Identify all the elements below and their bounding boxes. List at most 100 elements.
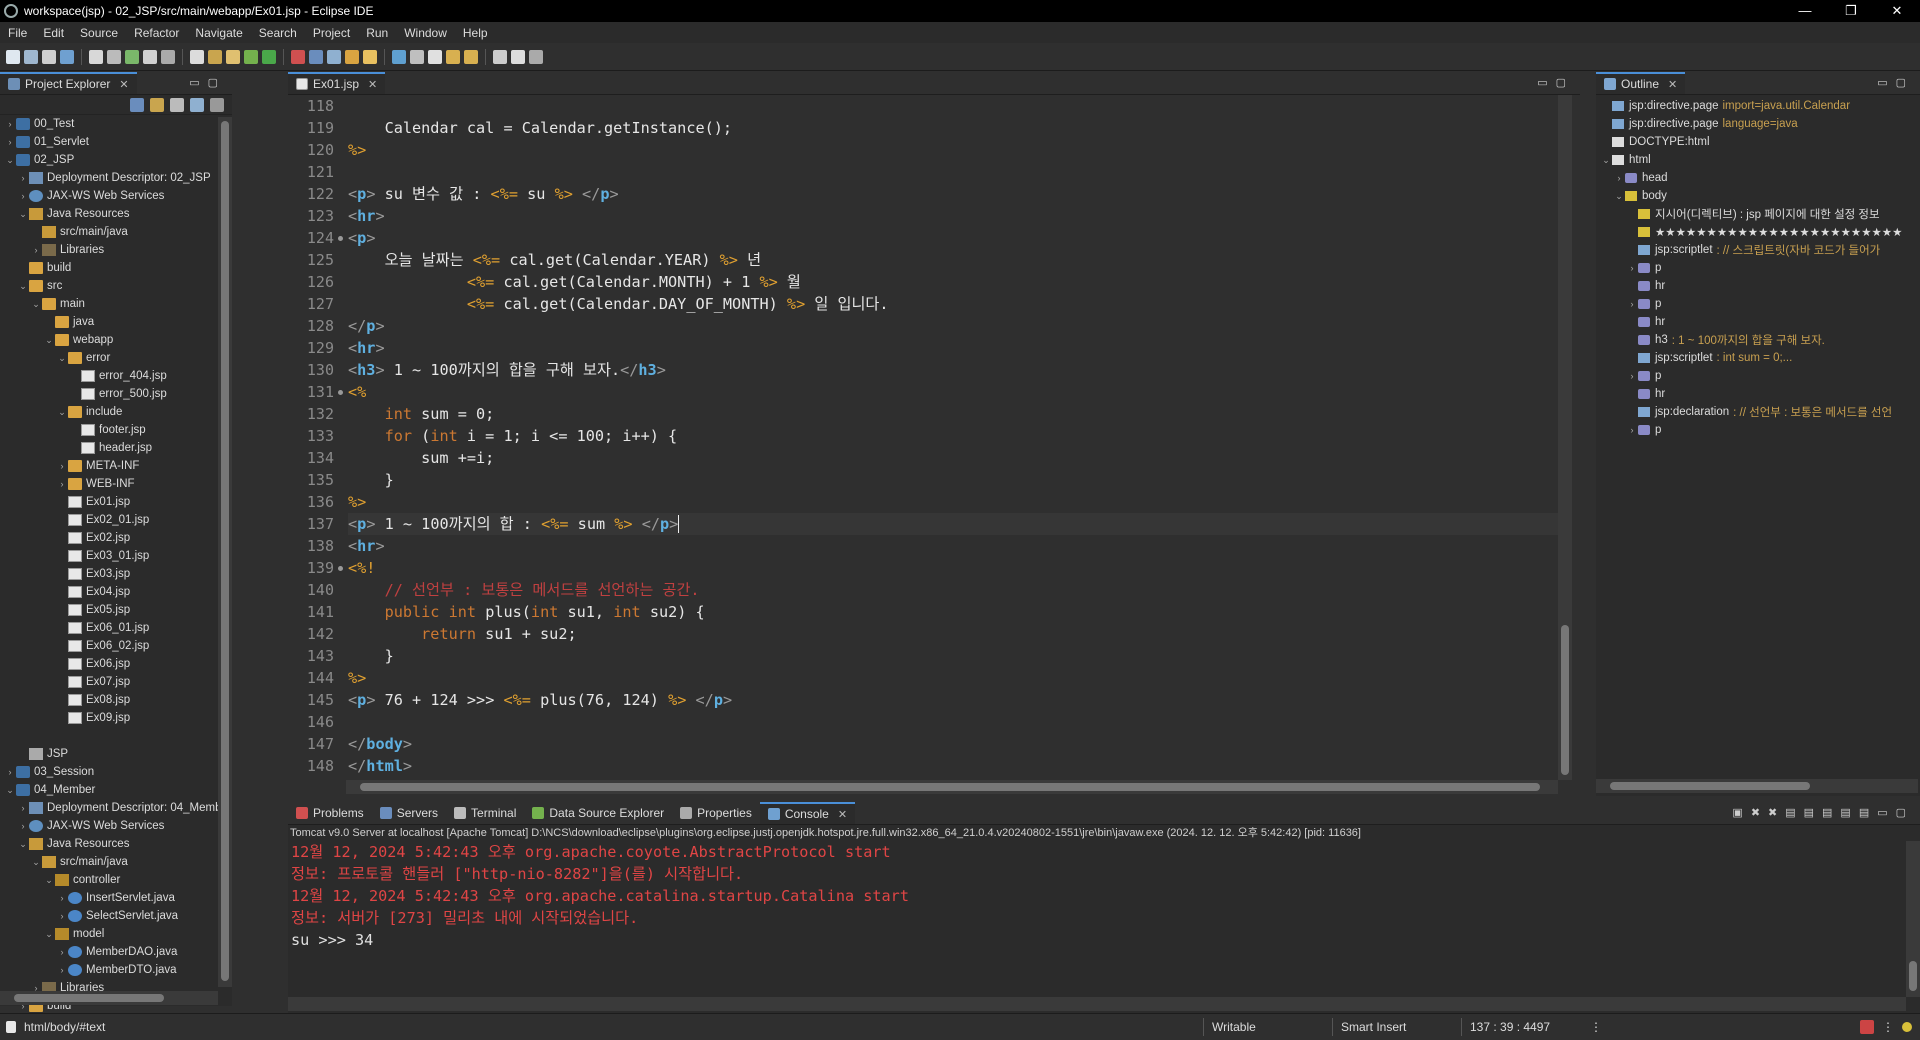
toolbar-icon[interactable] [42, 49, 56, 64]
outline-hscrollbar[interactable] [1596, 779, 1918, 793]
code-line[interactable]: <h3> 1 ~ 100까지의 합을 구해 보자.</h3> [348, 359, 1558, 381]
tree-item[interactable]: › JAX-WS Web Services [0, 817, 232, 835]
code-line[interactable]: <% [348, 381, 1558, 403]
collapse-all-icon[interactable] [130, 97, 144, 112]
toolbar-icon[interactable] [125, 49, 139, 64]
toolbar-icon[interactable] [410, 49, 424, 64]
console-toolbar-controls[interactable]: ▣✖✖▤▤▤▤▤▭▢ [1732, 806, 1914, 819]
close-icon[interactable]: ✕ [119, 78, 128, 91]
tree-item[interactable]: error_500.jsp [0, 385, 232, 403]
expand-arrow-icon[interactable]: ⌄ [30, 299, 42, 310]
view-minmax-controls[interactable]: ▭▢ [189, 76, 226, 89]
expand-arrow-icon[interactable]: ⌄ [56, 407, 68, 418]
tree-item[interactable]: ⌄ src [0, 277, 232, 295]
scrollbar-thumb[interactable] [221, 121, 229, 981]
outline-item[interactable]: ★★★★★★★★★★★★★★★★★★★★★★★★ [1596, 223, 1920, 241]
expand-arrow-icon[interactable]: ⌄ [17, 209, 29, 220]
close-icon[interactable]: ✕ [838, 808, 847, 821]
tab-data-source-explorer[interactable]: Data Source Explorer [524, 802, 672, 824]
filter-icon[interactable] [170, 97, 184, 112]
code-line[interactable]: return su1 + su2; [348, 623, 1558, 645]
toolbar-icon[interactable] [428, 49, 442, 64]
code-line[interactable]: <p> 1 ~ 100까지의 합 : <%= sum %> </p> [348, 513, 1558, 535]
menu-window[interactable]: Window [396, 26, 455, 40]
tab-ex01-jsp[interactable]: Ex01.jsp ✕ [288, 72, 386, 94]
tip-icon[interactable] [1902, 1022, 1912, 1032]
toolbar-icon[interactable] [89, 49, 103, 64]
toolbar-icon[interactable] [208, 49, 222, 64]
code-line[interactable]: <p> su 변수 값 : <%= su %> </p> [348, 183, 1558, 205]
expand-arrow-icon[interactable]: › [56, 911, 68, 921]
outline-item[interactable]: 지시어(디렉티브) : jsp 페이지에 대한 설정 정보 [1596, 205, 1920, 223]
tree-item[interactable]: build [0, 259, 232, 277]
tree-item[interactable]: ⌄ main [0, 295, 232, 313]
expand-arrow-icon[interactable]: › [4, 119, 16, 129]
tab-problems[interactable]: Problems [288, 802, 372, 824]
toolbar-icon[interactable] [6, 49, 20, 64]
code-line[interactable]: <hr> [348, 535, 1558, 557]
tree-item[interactable]: Ex04.jsp [0, 583, 232, 601]
toolbar-icon[interactable] [493, 49, 507, 64]
outline-item[interactable]: jsp:scriptlet: // 스크립트릿(자바 코드가 들어가 [1596, 241, 1920, 259]
tree-item[interactable]: › InsertServlet.java [0, 889, 232, 907]
tree-item[interactable]: › 01_Servlet [0, 133, 232, 151]
outline-item[interactable]: DOCTYPE:html [1596, 133, 1920, 151]
menu-navigate[interactable]: Navigate [187, 26, 250, 40]
menu-source[interactable]: Source [72, 26, 126, 40]
tree-item[interactable]: Ex06_01.jsp [0, 619, 232, 637]
tree-item[interactable]: error_404.jsp [0, 367, 232, 385]
toolbar-icon[interactable] [60, 49, 74, 64]
code-line[interactable]: <hr> [348, 205, 1558, 227]
code-line[interactable] [348, 161, 1558, 183]
code-line[interactable]: for (int i = 1; i <= 100; i++) { [348, 425, 1558, 447]
code-line[interactable]: int sum = 0; [348, 403, 1558, 425]
tree-item[interactable]: footer.jsp [0, 421, 232, 439]
close-icon[interactable]: ✕ [368, 78, 377, 91]
expand-arrow-icon[interactable]: › [56, 461, 68, 471]
tree-item[interactable]: Ex06.jsp [0, 655, 232, 673]
close-icon[interactable]: ✕ [1668, 78, 1677, 91]
tree-item[interactable]: ⌄ Java Resources [0, 205, 232, 223]
outline-item[interactable]: ⌄ html [1596, 151, 1920, 169]
expand-arrow-icon[interactable]: ⌄ [17, 839, 29, 850]
scrollbar-thumb[interactable] [1909, 961, 1917, 991]
tree-item[interactable]: ⌄ 02_JSP [0, 151, 232, 169]
menu-edit[interactable]: Edit [35, 26, 72, 40]
toolbar-icon[interactable] [226, 49, 240, 64]
tree-item[interactable]: Ex06_02.jsp [0, 637, 232, 655]
scrollbar-thumb[interactable] [1561, 625, 1569, 775]
code-line[interactable]: public int plus(int su1, int su2) { [348, 601, 1558, 623]
outline-item[interactable]: › p [1596, 421, 1920, 439]
expand-arrow-icon[interactable]: ⌄ [1600, 155, 1612, 166]
toolbar-icon[interactable] [24, 49, 38, 64]
outline-item[interactable]: jsp:scriptlet: int sum = 0;... [1596, 349, 1920, 367]
tree-item[interactable]: › Deployment Descriptor: 02_JSP [0, 169, 232, 187]
toolbar-icon[interactable] [327, 49, 341, 64]
tree-item[interactable]: JSP [0, 745, 232, 763]
minimize-button[interactable]: — [1782, 3, 1828, 19]
tab-terminal[interactable]: Terminal [446, 802, 524, 824]
expand-arrow-icon[interactable]: › [17, 803, 29, 813]
code-line[interactable]: </html> [348, 755, 1558, 777]
menu-file[interactable]: File [0, 26, 35, 40]
code-line[interactable]: %> [348, 491, 1558, 513]
code-line[interactable]: %> [348, 667, 1558, 689]
menu-project[interactable]: Project [305, 26, 358, 40]
expand-arrow-icon[interactable]: › [17, 821, 29, 831]
toolbar-icon[interactable] [345, 49, 359, 64]
expand-arrow-icon[interactable]: ⌄ [43, 335, 55, 346]
tree-item[interactable]: › 03_Session [0, 763, 232, 781]
tree-item[interactable]: ⌄ error [0, 349, 232, 367]
expand-arrow-icon[interactable]: ⌄ [43, 875, 55, 886]
tree-item[interactable]: ⌄ include [0, 403, 232, 421]
status-menu-icon[interactable]: ⋮ [1582, 1018, 1610, 1036]
menu-run[interactable]: Run [358, 26, 396, 40]
code-line[interactable]: } [348, 645, 1558, 667]
tree-item[interactable]: java [0, 313, 232, 331]
tree-item[interactable]: ⌄ model [0, 925, 232, 943]
tab-servers[interactable]: Servers [372, 802, 446, 824]
tree-item[interactable]: header.jsp [0, 439, 232, 457]
tree-item[interactable]: › META-INF [0, 457, 232, 475]
tree-item[interactable]: Ex08.jsp [0, 691, 232, 709]
tree-item[interactable]: Ex09.jsp [0, 709, 232, 727]
